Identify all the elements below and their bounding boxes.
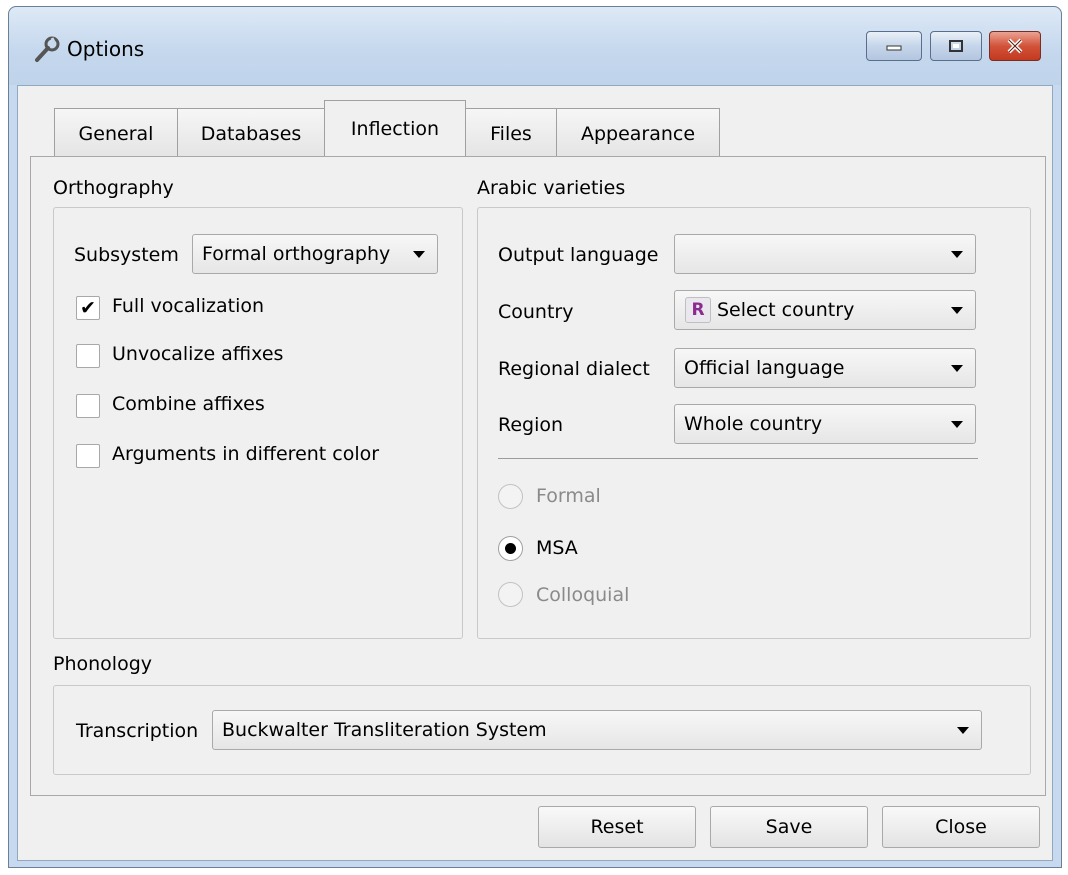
arabic-varieties-heading: Arabic varieties xyxy=(477,177,626,199)
tab-label: Databases xyxy=(200,122,302,145)
subsystem-value: Formal orthography xyxy=(202,243,391,265)
transcription-value: Buckwalter Transliteration System xyxy=(222,719,547,741)
transcription-label: Transcription xyxy=(76,720,199,742)
msa-radio[interactable] xyxy=(498,536,523,561)
orthography-heading: Orthography xyxy=(53,177,174,199)
transcription-combobox[interactable]: Buckwalter Transliteration System xyxy=(212,710,982,750)
chevron-down-icon xyxy=(951,364,963,372)
region-combobox[interactable]: Whole country xyxy=(674,404,976,444)
close-window-button[interactable] xyxy=(989,31,1041,61)
colloquial-label: Colloquial xyxy=(536,584,630,606)
tab-label: Inflection xyxy=(350,117,440,140)
region-flag-icon: R xyxy=(685,297,711,323)
regional-dialect-label: Regional dialect xyxy=(498,358,650,380)
close-icon xyxy=(1007,38,1023,54)
save-button[interactable]: Save xyxy=(710,806,868,848)
wrench-icon xyxy=(35,36,60,62)
regional-dialect-value: Official language xyxy=(684,357,845,379)
unvocalize-affixes-label: Unvocalize affixes xyxy=(112,343,284,365)
arguments-color-checkbox[interactable] xyxy=(76,444,100,468)
arabic-varieties-group: Output language Country R Select country… xyxy=(477,207,1031,639)
maximize-icon xyxy=(949,40,963,52)
arguments-color-label: Arguments in different color xyxy=(112,443,380,465)
full-vocalization-checkbox[interactable]: ✔ xyxy=(76,296,100,320)
radio-dot xyxy=(505,543,516,554)
tab-databases[interactable]: Databases xyxy=(177,108,325,158)
orthography-group: Subsystem Formal orthography ✔ Full voca… xyxy=(53,207,463,639)
close-button[interactable]: Close xyxy=(882,806,1040,848)
checkmark-icon: ✔ xyxy=(80,296,96,319)
minimize-button[interactable] xyxy=(866,31,922,61)
combine-affixes-checkbox[interactable] xyxy=(76,394,100,418)
options-window: Options General Databases Inflection Fil… xyxy=(8,6,1062,868)
tab-label: Appearance xyxy=(580,122,696,145)
colloquial-radio[interactable] xyxy=(498,582,523,607)
country-combobox[interactable]: R Select country xyxy=(674,290,976,330)
tab-appearance[interactable]: Appearance xyxy=(556,108,720,158)
chevron-down-icon xyxy=(951,420,963,428)
output-language-label: Output language xyxy=(498,244,659,266)
varieties-separator xyxy=(498,458,978,459)
inflection-tab-pane: Orthography Subsystem Formal orthography… xyxy=(30,156,1046,796)
country-value: Select country xyxy=(717,299,855,321)
maximize-button[interactable] xyxy=(930,31,982,61)
subsystem-label: Subsystem xyxy=(74,244,179,266)
chevron-down-icon xyxy=(951,306,963,314)
chevron-down-icon xyxy=(951,250,963,258)
save-button-label: Save xyxy=(765,816,813,838)
tab-label: General xyxy=(78,122,154,145)
combine-affixes-label: Combine affixes xyxy=(112,393,265,415)
formal-label: Formal xyxy=(536,485,601,507)
title-bar[interactable]: Options xyxy=(9,7,1061,85)
regional-dialect-combobox[interactable]: Official language xyxy=(674,348,976,388)
phonology-heading: Phonology xyxy=(53,653,152,675)
region-label: Region xyxy=(498,414,564,436)
tab-general[interactable]: General xyxy=(54,108,178,158)
unvocalize-affixes-checkbox[interactable] xyxy=(76,344,100,368)
region-value: Whole country xyxy=(684,413,823,435)
output-language-combobox[interactable] xyxy=(674,234,976,274)
reset-button-label: Reset xyxy=(590,816,644,838)
full-vocalization-label: Full vocalization xyxy=(112,295,265,317)
window-title: Options xyxy=(67,37,145,61)
chevron-down-icon xyxy=(957,726,969,734)
reset-button[interactable]: Reset xyxy=(538,806,696,848)
tab-label: Files xyxy=(490,122,532,145)
chevron-down-icon xyxy=(413,250,425,258)
msa-label: MSA xyxy=(536,537,578,559)
tab-files[interactable]: Files xyxy=(465,108,557,158)
formal-radio[interactable] xyxy=(498,484,523,509)
dialog-client-area: General Databases Inflection Files Appea… xyxy=(17,85,1053,861)
minimize-icon xyxy=(886,45,902,51)
country-label: Country xyxy=(498,301,574,323)
subsystem-combobox[interactable]: Formal orthography xyxy=(192,234,438,274)
phonology-group: Transcription Buckwalter Transliteration… xyxy=(53,685,1031,775)
tab-inflection[interactable]: Inflection xyxy=(324,100,466,156)
close-button-label: Close xyxy=(935,816,987,838)
